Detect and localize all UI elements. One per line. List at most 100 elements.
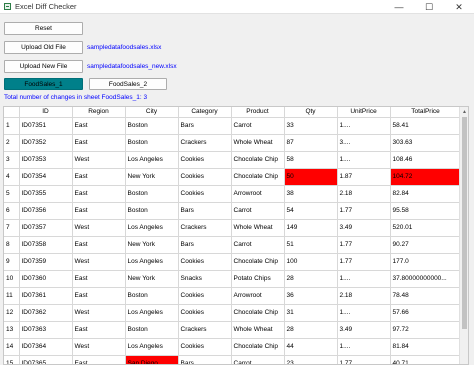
table-cell[interactable]: ID07352 [19,134,73,152]
column-header[interactable]: UnitPrice [337,107,391,118]
table-cell[interactable]: East [72,134,126,152]
table-cell[interactable]: East [72,355,126,364]
row-number[interactable]: 7 [4,219,20,237]
table-cell[interactable]: Chocolate Chip [231,253,285,271]
table-cell[interactable]: 1.77 [337,355,391,364]
table-cell[interactable]: 37.80000000000... [390,270,462,288]
reset-button[interactable]: Reset [4,22,83,35]
column-header[interactable]: Region [72,107,126,118]
table-cell[interactable]: East [72,117,126,135]
table-cell[interactable]: Snacks [178,270,232,288]
row-number[interactable]: 6 [4,202,20,220]
table-cell[interactable]: Boston [125,185,179,203]
table-cell[interactable]: 90.27 [390,236,462,254]
table-cell[interactable]: Boston [125,321,179,339]
row-number[interactable]: 2 [4,134,20,152]
table-cell[interactable]: Carrot [231,117,285,135]
table-cell[interactable]: 81.84 [390,338,462,356]
tab-foodsales-1[interactable]: FoodSales_1 [4,78,83,90]
table-cell[interactable]: Boston [125,134,179,152]
table-cell[interactable]: Arrowroot [231,185,285,203]
tab-foodsales-2[interactable]: FoodSales_2 [89,78,167,90]
table-cell[interactable]: Chocolate Chip [231,151,285,169]
table-cell[interactable]: 58 [284,151,338,169]
table-cell[interactable]: Potato Chips [231,270,285,288]
table-row[interactable]: 10 ID07360 East New York Snacks Potato Chips 2… [4,270,462,288]
table-cell[interactable]: Crackers [178,219,232,237]
row-number[interactable]: 11 [4,287,20,305]
table-cell[interactable]: 38 [284,185,338,203]
table-row[interactable]: 11 ID07361 East Boston Cookies Arrowroot 36 2.1… [4,287,462,305]
table-cell[interactable]: 303.63 [390,134,462,152]
table-cell[interactable]: Bars [178,117,232,135]
table-cell[interactable]: Bars [178,202,232,220]
upload-old-file-button[interactable]: Upload Old File [4,41,83,54]
table-cell[interactable]: 1.... [337,304,391,322]
table-cell[interactable]: 58.41 [390,117,462,135]
table-cell[interactable]: Cookies [178,185,232,203]
vertical-scrollbar[interactable]: ▲ [459,107,468,364]
upload-new-file-button[interactable]: Upload New File [4,60,83,73]
column-header[interactable]: TotalPrice [390,107,462,118]
table-cell[interactable]: ID07365 [19,355,73,364]
table-cell[interactable]: New York [125,270,179,288]
table-cell[interactable]: ID07353 [19,151,73,169]
table-cell[interactable]: Cookies [178,287,232,305]
table-cell[interactable]: 1.77 [337,202,391,220]
row-number[interactable]: 10 [4,270,20,288]
table-cell[interactable]: East [72,185,126,203]
table-cell[interactable]: Los Angeles [125,151,179,169]
table-cell[interactable]: Cookies [178,151,232,169]
table-row[interactable]: 14 ID07364 West Los Angeles Cookies Chocolate… [4,338,462,356]
table-row[interactable]: 8 ID07358 East New York Bars Carrot 51 1.77 90.2… [4,236,462,254]
table-cell[interactable]: 1.... [337,117,391,135]
column-header[interactable]: City [125,107,179,118]
table-row[interactable]: 7 ID07357 West Los Angeles Crackers Whole Whe… [4,219,462,237]
table-cell[interactable]: Crackers [178,321,232,339]
table-cell[interactable]: ID07359 [19,253,73,271]
changed-cell[interactable]: San Diego [125,355,179,364]
table-cell[interactable]: ID07360 [19,270,73,288]
table-cell[interactable]: 44 [284,338,338,356]
table-cell[interactable]: 3.49 [337,321,391,339]
table-cell[interactable]: Cookies [178,168,232,186]
table-cell[interactable]: Boston [125,287,179,305]
table-cell[interactable]: Cookies [178,304,232,322]
table-cell[interactable]: 87 [284,134,338,152]
table-cell[interactable]: Cookies [178,253,232,271]
table-row[interactable]: 13 ID07363 East Boston Crackers Whole Wheat 28… [4,321,462,339]
row-number[interactable]: 12 [4,304,20,322]
table-cell[interactable]: 1.87 [337,168,391,186]
table-row[interactable]: 5 ID07355 East Boston Cookies Arrowroot 38 2.18… [4,185,462,203]
table-cell[interactable]: 95.58 [390,202,462,220]
table-cell[interactable]: 149 [284,219,338,237]
table-cell[interactable]: 51 [284,236,338,254]
table-cell[interactable]: Bars [178,236,232,254]
changed-cell[interactable]: 50 [284,168,338,186]
table-cell[interactable]: New York [125,236,179,254]
table-cell[interactable]: West [72,304,126,322]
table-cell[interactable]: 1.77 [337,253,391,271]
table-cell[interactable]: 28 [284,321,338,339]
table-cell[interactable]: Los Angeles [125,304,179,322]
table-cell[interactable]: ID07362 [19,304,73,322]
table-cell[interactable]: East [72,321,126,339]
table-cell[interactable]: Carrot [231,202,285,220]
row-number[interactable]: 8 [4,236,20,254]
table-cell[interactable]: 1.77 [337,236,391,254]
table-cell[interactable]: Boston [125,117,179,135]
table-cell[interactable]: Los Angeles [125,219,179,237]
row-number[interactable]: 1 [4,117,20,135]
table-cell[interactable]: Chocolate Chip [231,168,285,186]
table-cell[interactable]: ID07356 [19,202,73,220]
close-icon[interactable]: ✕ [444,0,474,14]
table-cell[interactable]: West [72,219,126,237]
table-cell[interactable]: 1.... [337,338,391,356]
table-cell[interactable]: Carrot [231,355,285,364]
table-cell[interactable]: East [72,202,126,220]
table-cell[interactable]: 31 [284,304,338,322]
table-cell[interactable]: ID07363 [19,321,73,339]
column-header[interactable]: Product [231,107,285,118]
table-cell[interactable]: ID07354 [19,168,73,186]
column-header[interactable]: ID [19,107,73,118]
